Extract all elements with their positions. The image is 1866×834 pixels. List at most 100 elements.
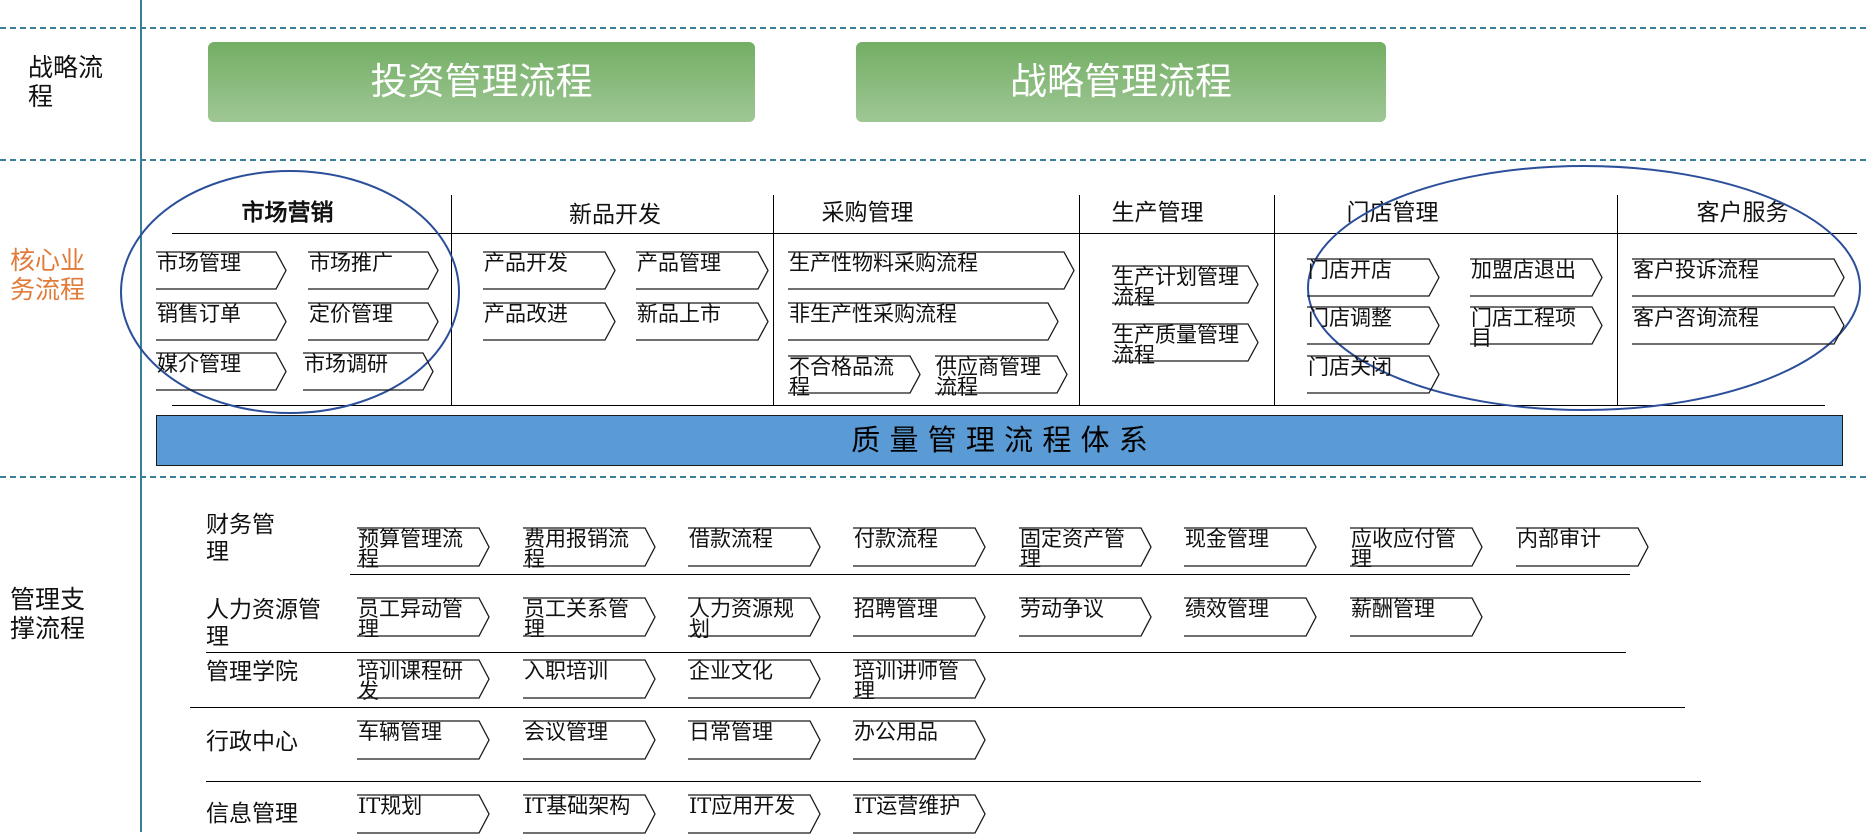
process-label: 会议管理	[524, 720, 608, 744]
core-process-newprod-2[interactable]: 产品改进	[482, 302, 616, 341]
support-process-4-2[interactable]: IT应用开发	[687, 794, 821, 834]
support-process-1-2[interactable]: 人力资源规 划	[687, 597, 821, 640]
core-process-service-1[interactable]: 客户咨询流程	[1631, 306, 1845, 345]
process-label: 销售订单	[157, 302, 241, 326]
support-process-3-0[interactable]: 车辆管理	[356, 720, 490, 760]
core-col-divider-2	[773, 195, 774, 405]
core-process-purchase-1[interactable]: 非生产性采购流程	[787, 302, 1059, 341]
process-label: 市场推广	[309, 251, 393, 275]
process-label: 办公用品	[854, 720, 938, 744]
support-process-3-1[interactable]: 会议管理	[522, 720, 656, 760]
support-process-0-6[interactable]: 应收应付管 理	[1349, 527, 1483, 571]
support-line-4	[206, 781, 1701, 782]
support-line-3	[190, 707, 1685, 708]
support-line-1	[350, 574, 1630, 575]
process-label: 应收应付管 理	[1351, 527, 1456, 571]
process-label: 产品改进	[484, 302, 568, 326]
support-process-1-6[interactable]: 薪酬管理	[1349, 597, 1483, 637]
support-process-3-2[interactable]: 日常管理	[687, 720, 821, 760]
process-label: 付款流程	[854, 527, 938, 551]
strategy-core-divider	[0, 159, 1866, 161]
process-label: 产品管理	[637, 251, 721, 275]
core-process-purchase-3[interactable]: 供应商管理 流程	[934, 355, 1068, 399]
support-process-1-0[interactable]: 员工异动管 理	[356, 597, 490, 641]
core-process-store-4[interactable]: 门店关闭	[1306, 355, 1440, 394]
group-label-academy: 管理学院	[206, 659, 298, 685]
core-support-divider	[0, 476, 1866, 478]
row-label-core: 核心业 务流程	[10, 246, 86, 304]
core-process-service-0[interactable]: 客户投诉流程	[1631, 258, 1845, 297]
support-process-0-1[interactable]: 费用报销流 程	[522, 527, 656, 571]
core-process-production-0[interactable]: 生产计划管理 流程	[1111, 265, 1259, 308]
support-process-2-2[interactable]: 企业文化	[687, 659, 821, 699]
support-process-2-3[interactable]: 培训讲师管 理	[852, 659, 986, 702]
support-process-4-1[interactable]: IT基础架构	[522, 794, 656, 834]
core-process-market-3[interactable]: 定价管理	[307, 302, 439, 341]
support-process-4-3[interactable]: IT运营维护	[852, 794, 986, 834]
core-process-newprod-3[interactable]: 新品上市	[635, 302, 769, 341]
quality-management-bar: 质 量 管 理 流 程 体 系	[156, 415, 1843, 466]
process-label: 产品开发	[484, 251, 568, 275]
strategy-process-box[interactable]: 战略管理流程	[856, 42, 1386, 122]
process-label: 内部审计	[1517, 527, 1601, 551]
process-label: 非生产性采购流程	[789, 302, 957, 326]
support-process-1-1[interactable]: 员工关系管 理	[522, 597, 656, 640]
process-label: IT规划	[358, 794, 423, 818]
top-dashed-divider	[0, 27, 1866, 29]
process-label: 日常管理	[689, 720, 773, 744]
core-process-market-4[interactable]: 媒介管理	[155, 352, 287, 391]
process-label: 定价管理	[309, 302, 393, 326]
core-col-divider-4	[1274, 195, 1275, 405]
core-process-newprod-1[interactable]: 产品管理	[635, 251, 769, 290]
process-label: 车辆管理	[358, 720, 442, 744]
process-label: 供应商管理 流程	[936, 355, 1041, 399]
group-label-it: 信息管理	[206, 801, 298, 827]
process-label: 门店工程项 目	[1471, 306, 1576, 350]
support-process-0-7[interactable]: 内部审计	[1515, 527, 1649, 567]
process-label: 借款流程	[689, 527, 773, 551]
support-process-0-4[interactable]: 固定资产管 理	[1018, 527, 1152, 571]
process-label: 生产质量管理 流程	[1113, 323, 1239, 367]
support-process-0-0[interactable]: 预算管理流 程	[356, 527, 490, 570]
process-label: 员工异动管 理	[358, 597, 463, 641]
group-label-hr: 人力资源管 理	[206, 597, 321, 650]
section-purchasing: 采购管理	[821, 200, 914, 226]
core-process-production-1[interactable]: 生产质量管理 流程	[1111, 323, 1259, 367]
process-label: 薪酬管理	[1351, 597, 1435, 621]
process-label: 门店调整	[1308, 306, 1392, 330]
support-process-0-2[interactable]: 借款流程	[687, 527, 821, 567]
process-label: 市场调研	[304, 352, 388, 376]
core-process-store-1[interactable]: 加盟店退出	[1469, 258, 1603, 297]
process-label: 费用报销流 程	[524, 527, 629, 571]
core-process-market-5[interactable]: 市场调研	[302, 352, 434, 391]
core-process-market-2[interactable]: 销售订单	[155, 302, 287, 341]
core-process-purchase-0[interactable]: 生产性物料采购流程	[787, 251, 1075, 290]
support-process-1-4[interactable]: 劳动争议	[1018, 597, 1152, 637]
core-process-newprod-0[interactable]: 产品开发	[482, 251, 616, 290]
group-label-finance: 财务管 理	[206, 512, 275, 565]
process-label: 固定资产管 理	[1020, 527, 1125, 571]
support-line-2	[206, 652, 1626, 653]
core-process-market-1[interactable]: 市场推广	[307, 251, 439, 290]
process-label: 媒介管理	[157, 352, 241, 376]
core-process-market-0[interactable]: 市场管理	[155, 251, 287, 290]
support-process-0-5[interactable]: 现金管理	[1183, 527, 1317, 567]
investment-process-box[interactable]: 投资管理流程	[208, 42, 755, 122]
core-process-store-0[interactable]: 门店开店	[1306, 258, 1440, 297]
process-label: 门店开店	[1308, 258, 1392, 282]
process-label: 入职培训	[524, 659, 608, 683]
support-process-1-3[interactable]: 招聘管理	[852, 597, 986, 637]
support-process-2-1[interactable]: 入职培训	[522, 659, 656, 699]
support-process-2-0[interactable]: 培训课程研 发	[356, 659, 490, 702]
process-label: 现金管理	[1185, 527, 1269, 551]
process-label: 客户咨询流程	[1633, 306, 1759, 330]
support-process-0-3[interactable]: 付款流程	[852, 527, 986, 567]
core-process-store-2[interactable]: 门店调整	[1306, 306, 1440, 345]
core-process-purchase-2[interactable]: 不合格品流 程	[787, 355, 921, 398]
core-process-store-3[interactable]: 门店工程项 目	[1469, 306, 1603, 350]
support-process-1-5[interactable]: 绩效管理	[1183, 597, 1317, 637]
support-process-3-3[interactable]: 办公用品	[852, 720, 986, 760]
process-label: 加盟店退出	[1471, 258, 1576, 282]
support-process-4-0[interactable]: IT规划	[356, 794, 490, 834]
process-label: IT基础架构	[524, 794, 631, 818]
